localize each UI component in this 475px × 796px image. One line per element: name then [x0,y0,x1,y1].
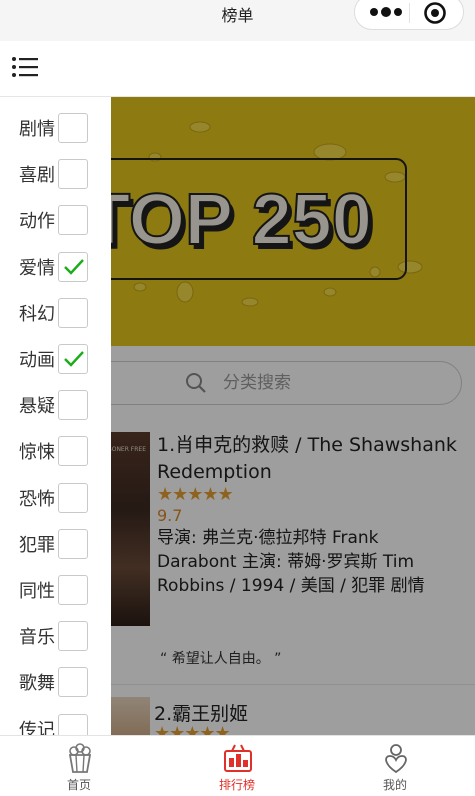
category-checkbox[interactable] [58,205,88,236]
category-checkbox[interactable] [58,482,88,513]
category-label: 犯罪 [19,534,55,556]
category-option[interactable]: 音乐 [0,618,111,658]
category-option[interactable]: 喜剧 [0,156,111,196]
tab-mine-label: 我的 [382,778,407,792]
mini-program-capsule[interactable] [354,0,464,30]
category-label: 恐怖 [19,488,55,510]
tab-home[interactable]: 首页 [0,736,158,796]
category-option[interactable]: 同性 [0,572,111,612]
menu-list-icon[interactable] [10,53,40,81]
tab-ranking-label: 排行榜 [218,778,255,792]
category-label: 爱情 [19,257,55,279]
capsule-divider [409,3,410,23]
toolbar [0,41,475,97]
category-label: 动作 [19,211,55,233]
category-option[interactable]: 犯罪 [0,526,111,566]
category-option[interactable]: 歌舞 [0,664,111,704]
category-checkbox[interactable] [58,159,88,190]
category-label: 科幻 [19,303,55,325]
close-target-icon[interactable] [423,1,447,25]
category-option[interactable]: 动画 [0,341,111,381]
category-checkbox[interactable] [58,297,88,328]
navigation-bar: 榜单 [0,0,475,41]
category-option[interactable]: 悬疑 [0,387,111,427]
category-label: 动画 [19,350,55,371]
category-option[interactable]: 剧情 [0,110,111,150]
popcorn-icon [68,743,92,773]
tab-home-label: 首页 [66,778,91,792]
category-drawer: 剧情喜剧动作爱情科幻动画悬疑惊悚恐怖犯罪同性音乐歌舞传记 [0,97,111,735]
profile-icon [385,744,407,774]
tab-ranking[interactable]: 排行榜 [158,736,316,796]
tab-bar: 首页 排行榜 我的 [0,735,475,796]
check-icon [64,258,84,275]
category-checkbox[interactable] [58,251,88,282]
category-label: 歌舞 [19,673,55,695]
category-option[interactable]: 传记 [0,711,111,735]
category-option[interactable]: 惊悚 [0,433,111,473]
category-checkbox[interactable] [58,621,88,652]
tab-mine[interactable]: 我的 [316,736,474,796]
check-icon [64,351,84,367]
category-label: 剧情 [19,119,55,140]
category-label: 惊悚 [19,442,55,464]
category-option[interactable]: 科幻 [0,295,111,335]
category-label: 同性 [19,581,55,602]
category-option[interactable]: 恐怖 [0,480,111,520]
ranking-icon [224,744,252,772]
category-label: 音乐 [19,627,55,649]
category-checkbox[interactable] [58,390,88,421]
more-dots-icon[interactable] [369,5,403,19]
category-label: 悬疑 [19,396,55,418]
category-option[interactable]: 动作 [0,202,111,242]
category-label: 喜剧 [19,165,55,187]
category-checkbox[interactable] [58,344,88,374]
category-checkbox[interactable] [58,436,88,467]
category-checkbox[interactable] [58,667,88,698]
category-checkbox[interactable] [58,528,88,559]
category-label: 传记 [19,719,55,735]
category-checkbox[interactable] [58,713,88,735]
category-option[interactable]: 爱情 [0,249,111,289]
category-checkbox[interactable] [58,113,88,143]
category-checkbox[interactable] [58,575,88,605]
